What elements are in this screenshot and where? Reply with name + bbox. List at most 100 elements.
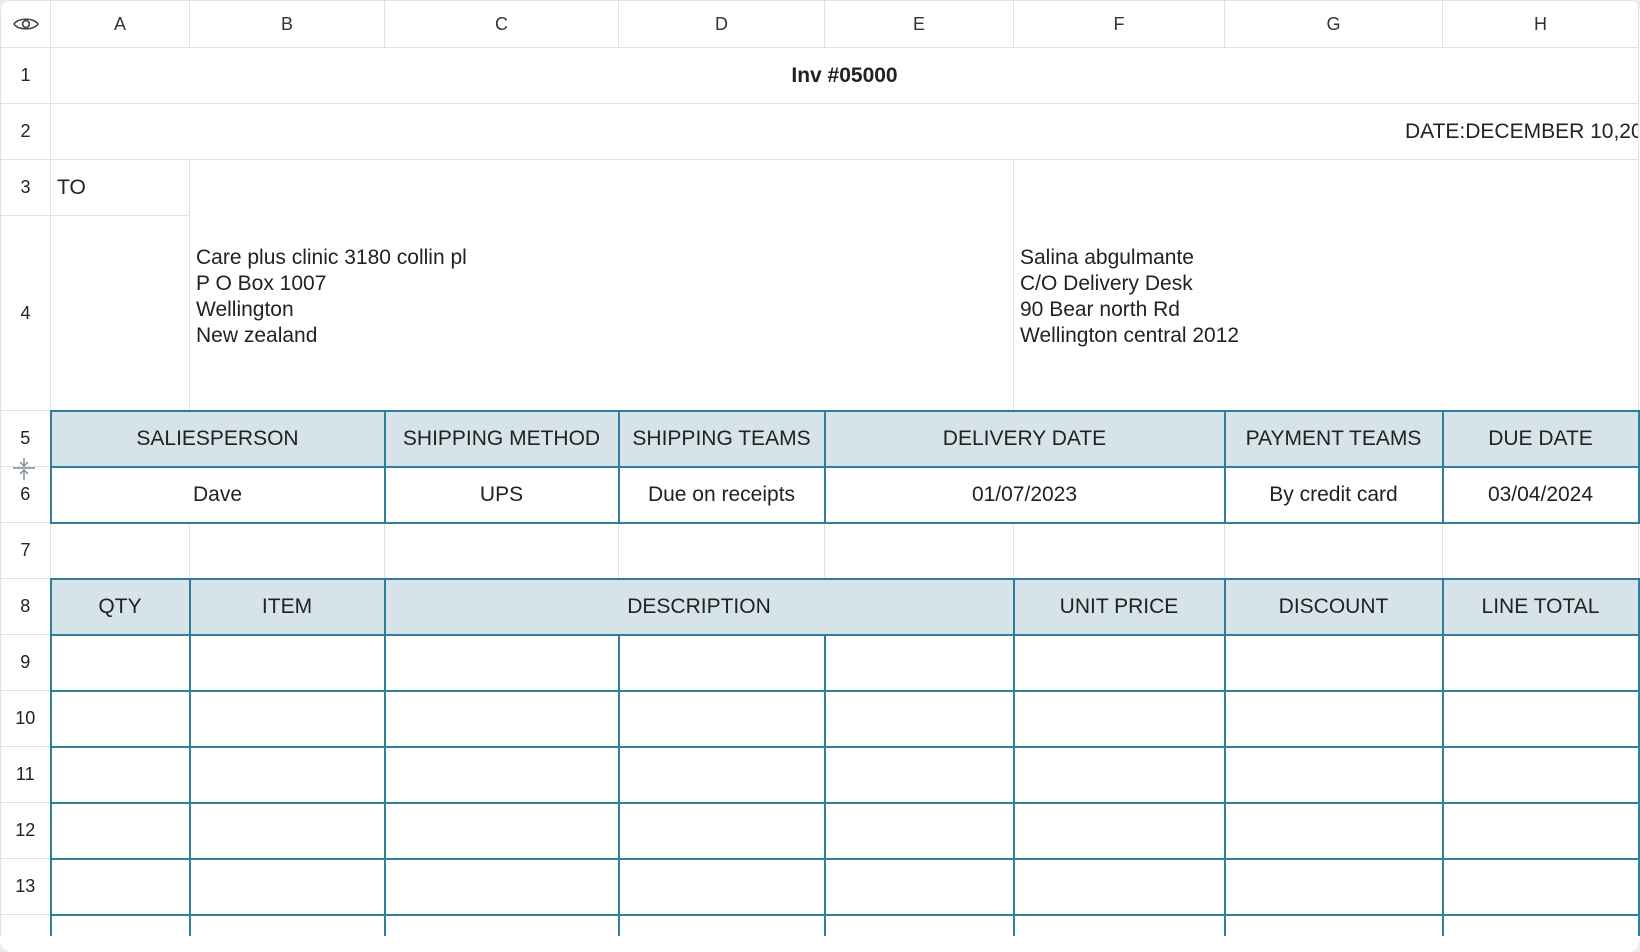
row-header-3[interactable]: 3 bbox=[0, 159, 51, 216]
row-9: 9 bbox=[0, 633, 1640, 692]
item-cell[interactable] bbox=[1441, 857, 1640, 916]
cell[interactable] bbox=[1013, 522, 1225, 579]
info-value-salesperson[interactable]: Dave bbox=[49, 465, 386, 524]
info-value-payment-terms[interactable]: By credit card bbox=[1223, 465, 1444, 524]
item-header-description[interactable]: DESCRIPTION bbox=[383, 577, 1015, 636]
item-cell[interactable] bbox=[823, 801, 1015, 860]
column-header-e[interactable]: E bbox=[824, 0, 1014, 48]
item-cell[interactable] bbox=[383, 689, 620, 748]
column-header-c[interactable]: C bbox=[384, 0, 619, 48]
info-header-delivery-date[interactable]: DELIVERY DATE bbox=[823, 409, 1226, 468]
item-cell[interactable] bbox=[1223, 857, 1444, 916]
row-header-7[interactable]: 7 bbox=[0, 522, 51, 579]
row-header-4[interactable]: 4 bbox=[0, 215, 51, 411]
spreadsheet-window: A B C D E F G H 1 Inv #05000 2 DATE:DECE… bbox=[0, 0, 1640, 952]
row-resize-icon[interactable] bbox=[10, 456, 38, 482]
cell[interactable] bbox=[50, 522, 190, 579]
item-cell[interactable] bbox=[1223, 801, 1444, 860]
bill-to-address-cell[interactable]: Care plus clinic 3180 collin pl P O Box … bbox=[189, 159, 1014, 411]
row-header-1[interactable]: 1 bbox=[0, 47, 51, 104]
item-cell[interactable] bbox=[1441, 745, 1640, 804]
info-header-shipping-terms[interactable]: SHIPPING TEAMS bbox=[617, 409, 826, 468]
column-header-g[interactable]: G bbox=[1224, 0, 1443, 48]
item-cell[interactable] bbox=[823, 633, 1015, 692]
item-cell[interactable] bbox=[49, 857, 191, 916]
row-header-11[interactable]: 11 bbox=[0, 746, 51, 803]
item-cell[interactable] bbox=[1012, 689, 1226, 748]
item-cell[interactable] bbox=[617, 689, 826, 748]
cell-a4[interactable] bbox=[50, 215, 190, 411]
item-cell[interactable] bbox=[1223, 633, 1444, 692]
cell[interactable] bbox=[824, 522, 1014, 579]
item-cell[interactable] bbox=[1223, 689, 1444, 748]
info-value-shipping-terms[interactable]: Due on receipts bbox=[617, 465, 826, 524]
info-header-shipping-method[interactable]: SHIPPING METHOD bbox=[383, 409, 620, 468]
item-cell[interactable] bbox=[617, 857, 826, 916]
item-header-item[interactable]: ITEM bbox=[188, 577, 386, 636]
cell[interactable] bbox=[1442, 522, 1639, 579]
item-cell[interactable] bbox=[49, 801, 191, 860]
item-cell[interactable] bbox=[1012, 745, 1226, 804]
item-cell[interactable] bbox=[188, 633, 386, 692]
item-cell[interactable] bbox=[823, 689, 1015, 748]
invoice-title-cell[interactable]: Inv #05000 bbox=[50, 47, 1639, 104]
info-value-delivery-date[interactable]: 01/07/2023 bbox=[823, 465, 1226, 524]
item-cell[interactable] bbox=[617, 633, 826, 692]
item-header-discount[interactable]: DISCOUNT bbox=[1223, 577, 1444, 636]
item-cell[interactable] bbox=[188, 801, 386, 860]
row-header-10[interactable]: 10 bbox=[0, 690, 51, 747]
item-cell[interactable] bbox=[383, 857, 620, 916]
column-header-d[interactable]: D bbox=[618, 0, 825, 48]
cell[interactable] bbox=[384, 522, 619, 579]
item-cell[interactable] bbox=[383, 633, 620, 692]
item-header-unit-price[interactable]: UNIT PRICE bbox=[1012, 577, 1226, 636]
column-header-b[interactable]: B bbox=[189, 0, 385, 48]
item-cell[interactable] bbox=[1012, 633, 1226, 692]
to-label-cell[interactable]: TO bbox=[50, 159, 190, 216]
item-cell[interactable] bbox=[188, 745, 386, 804]
item-cell[interactable] bbox=[1441, 689, 1640, 748]
row-10: 10 bbox=[0, 689, 1640, 748]
info-header-due-date[interactable]: DUE DATE bbox=[1441, 409, 1640, 468]
item-cell[interactable] bbox=[1012, 801, 1226, 860]
item-header-qty[interactable]: QTY bbox=[49, 577, 191, 636]
ship-to-address-cell[interactable]: Salina abgulmante C/O Delivery Desk 90 B… bbox=[1013, 159, 1639, 411]
item-cell[interactable] bbox=[823, 745, 1015, 804]
item-cell[interactable] bbox=[1441, 633, 1640, 692]
item-cell[interactable] bbox=[617, 745, 826, 804]
row-header-8[interactable]: 8 bbox=[0, 578, 51, 635]
item-cell[interactable] bbox=[383, 801, 620, 860]
row-header-13[interactable]: 13 bbox=[0, 858, 51, 915]
row-header-9[interactable]: 9 bbox=[0, 634, 51, 691]
ship-to-line: 90 Bear north Rd bbox=[1020, 297, 1180, 321]
item-header-line-total[interactable]: LINE TOTAL bbox=[1441, 577, 1640, 636]
item-cell[interactable] bbox=[1012, 857, 1226, 916]
row-1: 1 Inv #05000 bbox=[0, 47, 1639, 104]
column-header-h[interactable]: H bbox=[1442, 0, 1639, 48]
row-header-2[interactable]: 2 bbox=[0, 103, 51, 160]
info-header-payment-terms[interactable]: PAYMENT TEAMS bbox=[1223, 409, 1444, 468]
column-header-f[interactable]: F bbox=[1013, 0, 1225, 48]
info-header-salesperson[interactable]: SALIESPERSON bbox=[49, 409, 386, 468]
item-cell[interactable] bbox=[383, 745, 620, 804]
row-header-12[interactable]: 12 bbox=[0, 802, 51, 859]
item-cell[interactable] bbox=[1441, 801, 1640, 860]
row-8: 8 QTY ITEM DESCRIPTION UNIT PRICE DISCOU… bbox=[0, 577, 1640, 636]
eye-icon[interactable] bbox=[0, 0, 51, 48]
item-cell[interactable] bbox=[1223, 745, 1444, 804]
item-cell[interactable] bbox=[617, 801, 826, 860]
cell[interactable] bbox=[618, 522, 825, 579]
item-cell[interactable] bbox=[188, 689, 386, 748]
cell[interactable] bbox=[1224, 522, 1443, 579]
info-value-shipping-method[interactable]: UPS bbox=[383, 465, 620, 524]
info-value-due-date[interactable]: 03/04/2024 bbox=[1441, 465, 1640, 524]
item-cell[interactable] bbox=[49, 689, 191, 748]
item-cell[interactable] bbox=[188, 857, 386, 916]
item-cell[interactable] bbox=[823, 857, 1015, 916]
column-header-a[interactable]: A bbox=[50, 0, 190, 48]
cell[interactable] bbox=[189, 522, 385, 579]
item-cell[interactable] bbox=[49, 745, 191, 804]
item-cell[interactable] bbox=[49, 633, 191, 692]
invoice-date-cell[interactable]: DATE:DECEMBER 10,2023 bbox=[50, 103, 1639, 160]
row-2: 2 DATE:DECEMBER 10,2023 bbox=[0, 103, 1639, 160]
